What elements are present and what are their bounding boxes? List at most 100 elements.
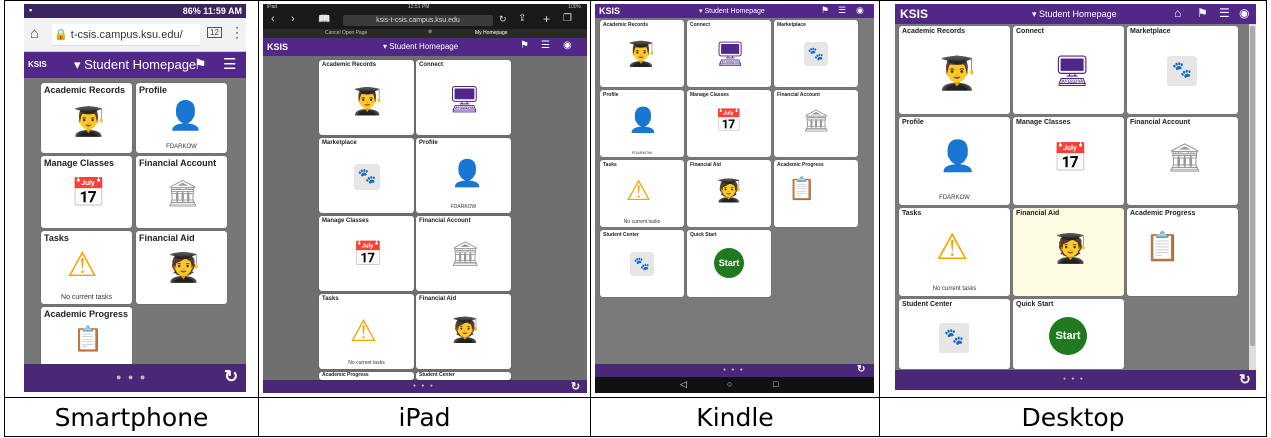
compass-icon[interactable]: ◉ xyxy=(856,5,864,16)
home-icon[interactable]: ⌂ xyxy=(30,25,39,42)
tile-quick-start[interactable]: Quick Start Start xyxy=(687,230,771,297)
back-icon[interactable]: ‹ xyxy=(271,13,275,25)
profile-name: FDARKOW xyxy=(166,144,197,150)
tile-tasks[interactable]: Tasks ⚠ No current tasks xyxy=(41,231,132,304)
tile-manage-classes[interactable]: Manage Classes 📅 xyxy=(319,216,414,291)
new-tab-icon[interactable]: + xyxy=(543,12,550,26)
tile-financial-aid[interactable]: Financial Aid 🧑‍🎓 xyxy=(1013,208,1124,296)
url-field[interactable]: 🔒 t-csis.campus.ksu.edu/ xyxy=(52,24,200,46)
tile-title: Financial Aid xyxy=(690,162,721,168)
tile-financial-aid[interactable]: Financial Aid 🧑‍🎓 xyxy=(416,294,511,369)
tile-tasks[interactable]: Tasks ⚠ No current tasks xyxy=(319,294,414,369)
tile-financial-aid[interactable]: Financial Aid 🧑‍🎓 xyxy=(687,160,771,227)
hamburger-icon[interactable]: ☰ xyxy=(223,55,236,73)
share-icon[interactable]: ⇪ xyxy=(518,13,526,24)
tile-title: Academic Progress xyxy=(322,372,369,378)
tile-financial-account[interactable]: Financial Account 🏛 xyxy=(774,90,858,157)
tile-manage-classes[interactable]: Manage Classes 📅 xyxy=(687,90,771,157)
url-text: ksis-t-csis.campus.ksu.edu xyxy=(376,17,460,24)
homepage-selector[interactable]: ▾ Student Homepage xyxy=(1032,9,1117,20)
homepage-selector[interactable]: ▾ Student Homepage xyxy=(699,7,765,15)
tile-financial-account[interactable]: Financial Account 🏛 xyxy=(136,156,227,228)
tile-profile[interactable]: Profile 👤 FDARKOW xyxy=(416,138,511,213)
ksis-logo[interactable]: KSIS xyxy=(28,60,47,69)
refresh-icon[interactable]: ↻ xyxy=(857,364,865,375)
compass-icon[interactable]: ◉ xyxy=(1239,6,1249,20)
back-icon[interactable]: ◁ xyxy=(680,379,687,390)
tile-student-center[interactable]: Student Center 🐾 xyxy=(600,230,684,297)
flag-icon[interactable]: ⚑ xyxy=(520,40,529,51)
ksis-logo[interactable]: KSIS xyxy=(599,6,620,16)
tile-quick-start[interactable]: Quick Start Start xyxy=(1013,299,1124,369)
close-tab-icon[interactable]: ⊗ xyxy=(428,29,432,35)
status-bar: ▪ 86% 11:59 AM xyxy=(24,4,246,18)
more-icon[interactable]: ⋮ xyxy=(230,24,244,41)
tile-academic-progress[interactable]: Academic Progress 📋 xyxy=(774,160,858,227)
tile-connect[interactable]: Connect 🖥 xyxy=(416,60,511,135)
tile-academic-progress[interactable]: Academic Progress 📋 xyxy=(41,307,132,367)
flag-icon[interactable]: ⚑ xyxy=(821,5,829,16)
ksis-logo[interactable]: KSIS xyxy=(267,42,288,52)
page-dots[interactable]: ● ● ● xyxy=(723,367,745,373)
page-dots[interactable]: ● ● ● xyxy=(1063,376,1085,382)
tile-marketplace[interactable]: Marketplace 🐾 xyxy=(774,20,858,87)
refresh-icon[interactable]: ↻ xyxy=(224,367,238,387)
tile-academic-records[interactable]: Academic Records 👨‍🎓 xyxy=(319,60,414,135)
tile-student-center[interactable]: Student Center 🐾 xyxy=(899,299,1010,369)
tile-academic-progress[interactable]: Academic Progress xyxy=(319,372,414,380)
wildcat-icon: 🐾 xyxy=(1167,56,1197,86)
tile-profile[interactable]: Profile 👤 FDARKOW xyxy=(899,117,1010,205)
refresh-icon[interactable]: ↻ xyxy=(1239,371,1251,388)
tile-academic-records[interactable]: Academic Records 👨‍🎓 xyxy=(600,20,684,87)
page-dots[interactable]: ● ● ● xyxy=(413,383,435,389)
tile-financial-aid[interactable]: Financial Aid 🧑‍🎓 xyxy=(136,231,227,304)
tile-profile[interactable]: Profile 👤 FDARKOW xyxy=(136,83,227,153)
tab-count[interactable]: 12 xyxy=(207,27,222,38)
refresh-icon[interactable]: ↻ xyxy=(571,380,580,393)
tile-academic-progress[interactable]: Academic Progress 📋 xyxy=(1127,208,1238,296)
tile-marketplace[interactable]: Marketplace 🐾 xyxy=(1127,26,1238,114)
computer-icon: 🖥 xyxy=(715,41,746,68)
compass-icon[interactable]: ◉ xyxy=(563,40,572,51)
tile-academic-records[interactable]: Academic Records 👨‍🎓 xyxy=(41,83,132,153)
student-money-icon: 🧑‍🎓 xyxy=(166,252,201,283)
page-dots[interactable]: ● ● ● xyxy=(116,372,147,382)
tabs-icon[interactable]: ❐ xyxy=(563,13,572,24)
tab-my-homepage[interactable]: My Homepage xyxy=(475,30,508,36)
flag-icon[interactable]: ⚑ xyxy=(1197,6,1208,20)
tile-marketplace[interactable]: Marketplace 🐾 xyxy=(319,138,414,213)
tile-financial-account[interactable]: Financial Account 🏛 xyxy=(1127,117,1238,205)
caption-kindle: Kindle xyxy=(696,402,774,432)
tile-academic-records[interactable]: Academic Records 👨‍🎓 xyxy=(899,26,1010,114)
tab-cancel-open-page[interactable]: Cancel Open Page xyxy=(325,30,367,36)
url-field[interactable]: ksis-t-csis.campus.ksu.edu xyxy=(343,15,493,26)
scrollbar[interactable] xyxy=(1249,24,1256,370)
tile-manage-classes[interactable]: Manage Classes 📅 xyxy=(41,156,132,228)
app-header: KSIS ▾ Student Homepage ⚑ ☰ ◉ xyxy=(595,4,874,18)
checklist-icon: 📋 xyxy=(73,326,103,353)
home-icon[interactable]: ⌂ xyxy=(1174,6,1181,20)
tile-tasks[interactable]: Tasks ⚠ No current tasks xyxy=(600,160,684,227)
homepage-selector[interactable]: ▾ Student Homepage xyxy=(383,42,458,51)
tile-financial-account[interactable]: Financial Account 🏛 xyxy=(416,216,511,291)
tile-student-center[interactable]: Student Center xyxy=(416,372,511,380)
reload-icon[interactable]: ↻ xyxy=(499,14,507,25)
hamburger-icon[interactable]: ☰ xyxy=(1219,6,1230,20)
hamburger-icon[interactable]: ☰ xyxy=(838,5,846,16)
bookmarks-icon[interactable]: 📖 xyxy=(318,14,330,25)
flag-icon[interactable]: ⚑ xyxy=(194,56,207,73)
tile-manage-classes[interactable]: Manage Classes 📅 xyxy=(1013,117,1124,205)
tile-tasks[interactable]: Tasks ⚠ No current tasks xyxy=(899,208,1010,296)
tile-profile[interactable]: Profile 👤 FDARKOW xyxy=(600,90,684,157)
homepage-selector[interactable]: ▾ Student Homepage xyxy=(74,57,196,73)
recents-icon[interactable]: □ xyxy=(773,379,778,389)
warning-icon: ⚠ xyxy=(626,175,652,206)
hamburger-icon[interactable]: ☰ xyxy=(541,40,550,51)
tile-connect[interactable]: Connect 🖥 xyxy=(1013,26,1124,114)
tile-title: Manage Classes xyxy=(322,218,369,224)
tile-connect[interactable]: Connect 🖥 xyxy=(687,20,771,87)
home-icon[interactable]: ○ xyxy=(727,379,732,389)
scrollbar-thumb[interactable] xyxy=(1250,26,1255,346)
ksis-logo[interactable]: KSIS xyxy=(900,7,928,21)
forward-icon[interactable]: › xyxy=(291,13,295,25)
